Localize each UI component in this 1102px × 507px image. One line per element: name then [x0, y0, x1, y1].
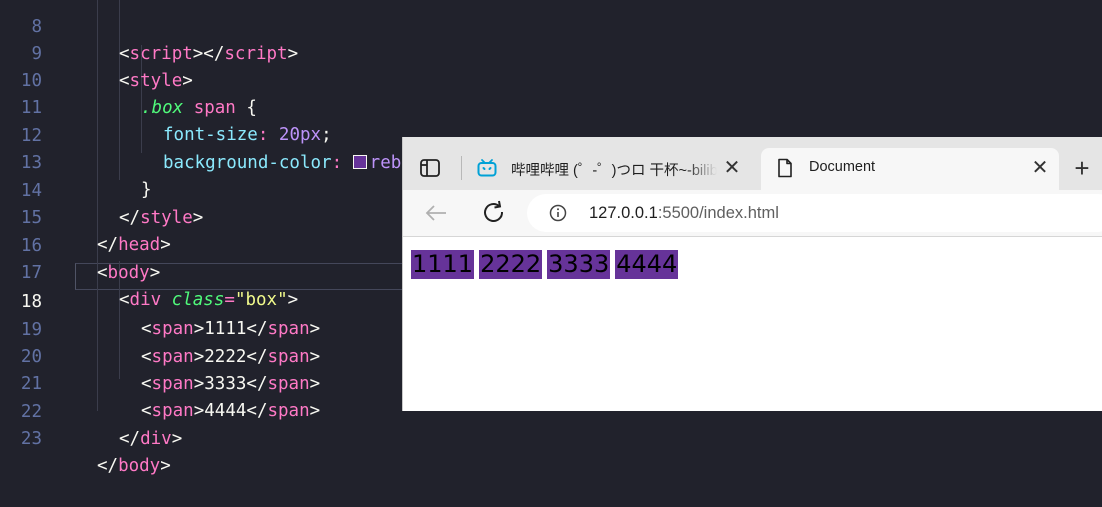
code-line-11: 11 font-size: 20px; [0, 68, 1102, 145]
line-number: 23 [20, 429, 42, 449]
browser-toolbar: 127.0.0.1:5500/index.html [403, 190, 1102, 237]
box-div: 1111 2222 3333 4444 [411, 250, 683, 279]
tab-title: Document [809, 159, 876, 175]
tab-separator [461, 156, 462, 180]
tab-bilibili[interactable]: 哔哩哔哩 (゜-゜)つロ 干杯~-bilibili ✕ [469, 148, 759, 190]
address-bar[interactable]: 127.0.0.1:5500/index.html [527, 194, 1102, 232]
document-icon [775, 158, 795, 178]
code-line-10: 10 .box span { [0, 41, 1102, 118]
new-tab-button[interactable]: + [1069, 155, 1095, 181]
tab-strip: 哔哩哔哩 (゜-゜)つロ 干杯~-bilibili ✕ Document ✕ + [403, 137, 1102, 190]
tab-close-icon[interactable]: ✕ [721, 157, 743, 179]
purple-span: 2222 [479, 250, 543, 279]
info-icon[interactable] [549, 204, 567, 222]
tab-actions-icon[interactable] [419, 158, 441, 178]
code-line-8: 8 <script></script> [0, 0, 1102, 64]
purple-span: 4444 [615, 250, 679, 279]
page-viewport: 1111 2222 3333 4444 [403, 237, 1102, 411]
purple-span: 1111 [411, 250, 475, 279]
arrow-left-icon [425, 205, 446, 221]
tab-title: 哔哩哔哩 (゜-゜)つロ 干杯~-bilibili [511, 163, 717, 179]
tab-document[interactable]: Document ✕ [761, 148, 1059, 190]
tab-close-icon[interactable]: ✕ [1029, 157, 1051, 179]
reload-icon [484, 200, 504, 222]
code-line-9: 9 <style> [0, 14, 1102, 91]
reload-button[interactable] [479, 198, 509, 228]
back-button[interactable] [421, 198, 451, 228]
purple-span: 3333 [547, 250, 611, 279]
browser-window: 哔哩哔哩 (゜-゜)つロ 干杯~-bilibili ✕ Document ✕ +… [402, 137, 1102, 411]
bilibili-icon [477, 158, 497, 178]
code-line-12: 12 background-color: rebeccapurple; [0, 96, 1102, 173]
url-text[interactable]: 127.0.0.1:5500/index.html [589, 204, 779, 223]
